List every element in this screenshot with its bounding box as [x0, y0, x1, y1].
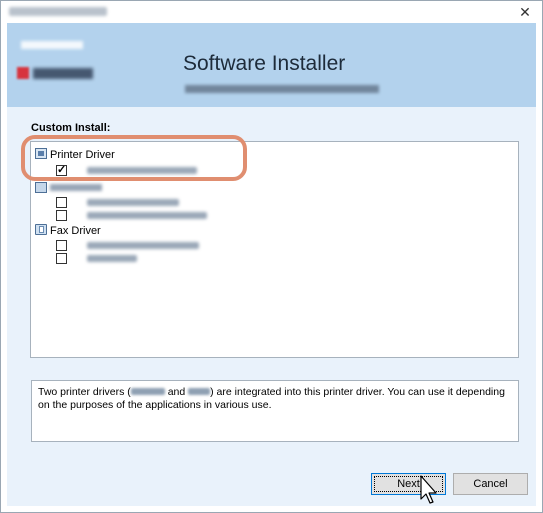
utility-checkbox-1[interactable] [56, 197, 67, 208]
utility-icon [35, 182, 47, 193]
brand-text [21, 41, 83, 49]
installer-window: ✕ Software Installer Custom Install: Pri… [0, 0, 543, 513]
installer-header: Software Installer [7, 23, 536, 107]
description-text-2: and [164, 386, 189, 398]
utility-checkbox-2[interactable] [56, 210, 67, 221]
group-label [50, 184, 102, 191]
header-title: Software Installer [183, 52, 346, 75]
cancel-button-label: Cancel [473, 478, 508, 490]
driver-name-1 [130, 388, 165, 395]
header-subtitle [185, 85, 379, 93]
utility-item-2 [87, 212, 207, 219]
logo-icon [17, 67, 29, 79]
fax-driver-checkbox-2[interactable] [56, 253, 67, 264]
title-bar: ✕ [1, 1, 542, 23]
description-box: Two printer drivers ( and ) are integrat… [31, 380, 519, 442]
group-utility[interactable] [35, 182, 102, 195]
group-fax-driver[interactable]: Fax Driver [35, 224, 101, 237]
cancel-button[interactable]: Cancel [453, 473, 528, 495]
fax-driver-checkbox-1[interactable] [56, 240, 67, 251]
utility-item-1 [87, 199, 179, 206]
group-label: Fax Driver [50, 225, 101, 237]
mouse-cursor-icon [420, 475, 437, 504]
driver-name-2 [188, 388, 211, 395]
printer-driver-highlight [21, 135, 247, 181]
fax-driver-icon [35, 224, 47, 235]
logo-wordmark [33, 68, 93, 79]
description-text-1: Two printer drivers ( [38, 386, 131, 398]
fax-driver-item-1 [87, 242, 199, 249]
fax-driver-item-2 [87, 255, 137, 262]
window-title [9, 7, 107, 16]
close-button[interactable]: ✕ [516, 3, 534, 21]
custom-install-label: Custom Install: [31, 122, 111, 134]
